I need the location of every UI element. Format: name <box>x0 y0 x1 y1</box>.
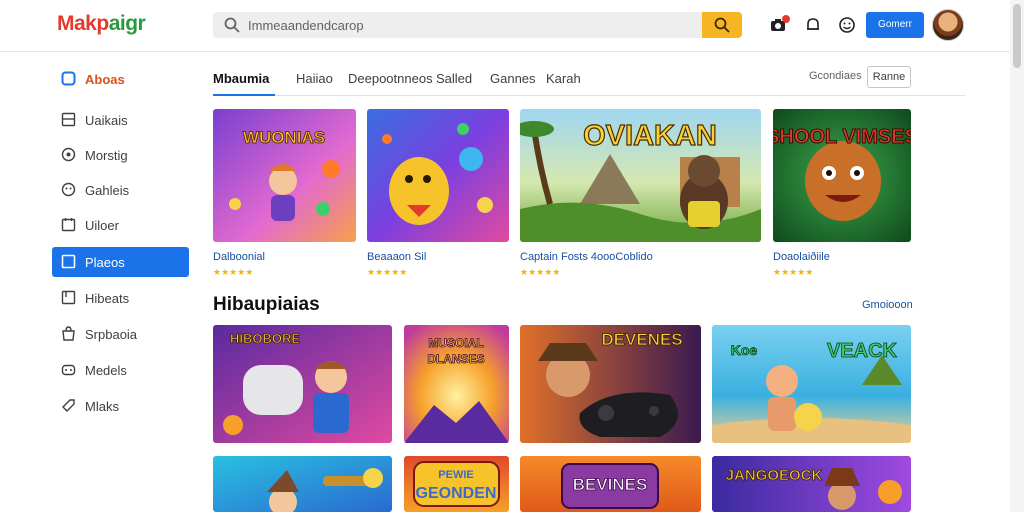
thumbnail-art-text: SHOOL VIMSES <box>773 126 911 148</box>
bag-icon <box>62 326 75 341</box>
notification-badge <box>782 15 790 23</box>
thumbnail-art-text: GEONDEN <box>416 485 497 502</box>
sidebar-item-gahleis[interactable]: Gahleis <box>52 175 189 205</box>
search-button[interactable] <box>702 12 742 38</box>
game-thumbnail[interactable]: BEVINES <box>520 456 701 512</box>
top-bar: Makpaigr Immeaandendcarop Gomerr <box>0 0 1024 52</box>
thumbnail-art-text: OVIAKAN <box>583 120 717 152</box>
game-thumbnail[interactable]: WUONIAS <box>213 109 356 242</box>
search-icon <box>714 17 730 33</box>
bell-icon[interactable] <box>804 16 822 34</box>
tag-icon <box>62 399 75 412</box>
sidebar-item-hibeats[interactable]: Hibeats <box>52 283 189 313</box>
thumbnail-art-text: BEVINES <box>573 475 648 494</box>
thumbnail-art-text: DEVENES <box>601 330 682 349</box>
tab-karah[interactable]: Karah <box>546 71 581 86</box>
calendar-icon <box>61 218 76 232</box>
sidebar-item-morstig[interactable]: Morstig <box>52 140 189 170</box>
thumbnail-art-text: DLANSES <box>427 352 484 366</box>
game-thumbnail[interactable]: HIBOBORE <box>213 325 392 443</box>
sort-button[interactable]: Ranne <box>867 66 911 88</box>
game-title[interactable]: Dalboonial <box>213 251 265 263</box>
game-thumbnail[interactable] <box>367 109 509 242</box>
sidebar-item-home[interactable]: Aboas <box>52 64 189 94</box>
game-thumbnail[interactable]: JANGOEOCK <box>712 456 911 512</box>
game-thumbnail[interactable]: PEWIE GEONDEN <box>404 456 509 512</box>
star-rating: ★★★★★ <box>773 267 814 277</box>
thumbnail-art-text: PEWIE <box>438 469 473 481</box>
avatar[interactable] <box>932 9 964 41</box>
game-thumbnail[interactable]: Koe VEACK <box>712 325 911 443</box>
tab-mbaumia[interactable]: Mbaumia <box>213 71 269 86</box>
target-icon <box>61 147 76 162</box>
bookmark-icon <box>61 290 76 305</box>
sidebar-item-mlaks[interactable]: Mlaks <box>52 391 189 421</box>
thumbnail-art-text: Koe <box>731 342 758 358</box>
see-all-link[interactable]: Gmoiooon <box>862 299 913 311</box>
search-input[interactable]: Immeaandendcarop <box>248 18 364 33</box>
thumbnail-art-text: WUONIAS <box>243 128 325 147</box>
thumbnail-art-text: MUSOIAL <box>428 336 483 350</box>
tab-deepootnneos[interactable]: Deepootnneos <box>348 71 433 86</box>
game-title[interactable]: Beaaaon Sil <box>367 251 426 263</box>
game-thumbnail[interactable]: OVIAKAN <box>520 109 761 242</box>
sidebar-item-library[interactable]: Uaikais <box>52 105 189 135</box>
sidebar: Aboas Uaikais Morstig Gahleis Uiloer Pla… <box>0 52 200 512</box>
controller-icon <box>61 364 76 376</box>
scrollbar-thumb[interactable] <box>1013 4 1021 68</box>
sidebar-item-uiloer[interactable]: Uiloer <box>52 210 189 240</box>
tab-haiiao[interactable]: Haiiao <box>296 71 333 86</box>
thumbnail-art-text: JANGOEOCK <box>726 467 823 484</box>
game-thumbnail[interactable]: DEVENES <box>520 325 701 443</box>
game-thumbnail[interactable] <box>213 456 392 512</box>
sidebar-item-medels[interactable]: Medels <box>52 355 189 385</box>
home-icon <box>61 71 76 86</box>
game-thumbnail[interactable]: SHOOL VIMSES <box>773 109 911 242</box>
site-logo[interactable]: Makpaigr <box>57 12 146 36</box>
smiley-icon[interactable] <box>838 16 856 34</box>
game-title[interactable]: Captain Fosts 4oooCoblido <box>520 251 653 263</box>
game-title[interactable]: Doaolaiðiile <box>773 251 830 263</box>
search-icon <box>224 17 240 33</box>
thumbnail-art-text: HIBOBORE <box>230 331 300 346</box>
sidebar-item-plaeos[interactable]: Plaeos <box>52 247 189 277</box>
star-rating: ★★★★★ <box>520 267 561 277</box>
gamepad-icon <box>61 182 76 197</box>
star-rating: ★★★★★ <box>367 267 408 277</box>
sidebar-item-srpbaoia[interactable]: Srpbaoia <box>52 319 189 349</box>
tab-gannes[interactable]: Gannes <box>490 71 536 86</box>
search-bar[interactable]: Immeaandendcarop <box>213 12 742 38</box>
square-icon <box>61 254 76 269</box>
library-icon <box>61 112 76 127</box>
thumbnail-art-text: VEACK <box>827 340 898 362</box>
star-rating: ★★★★★ <box>213 267 254 277</box>
scrollbar[interactable] <box>1010 0 1024 512</box>
sort-label: Gcondiaes <box>809 70 862 82</box>
section-title: Hibaupiaias <box>213 294 320 315</box>
tab-salled[interactable]: Salled <box>436 71 472 86</box>
active-tab-indicator <box>213 94 275 96</box>
game-thumbnail[interactable]: MUSOIAL DLANSES <box>404 325 509 443</box>
sign-in-button[interactable]: Gomerr <box>866 12 924 38</box>
